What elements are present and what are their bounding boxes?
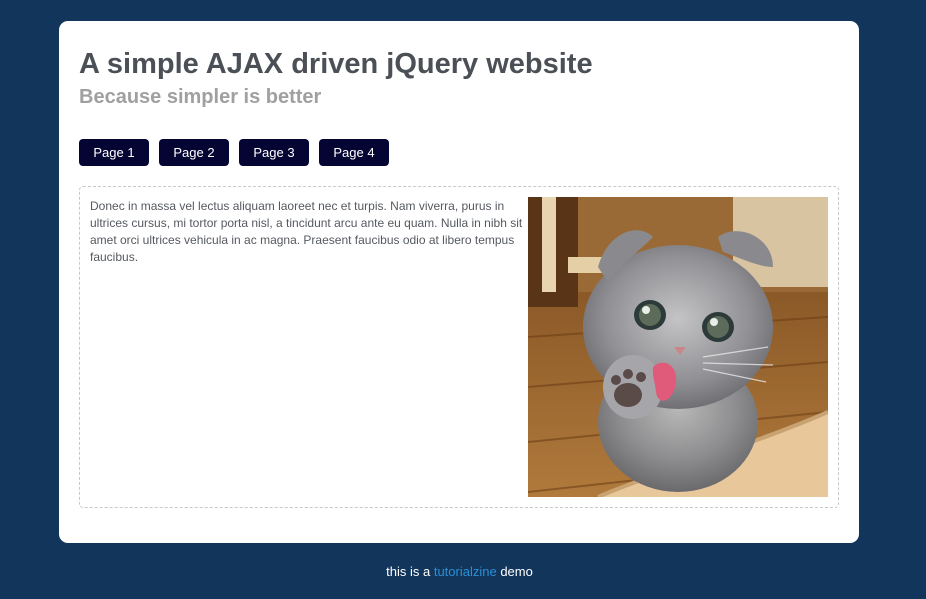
content-paragraph: Donec in massa vel lectus aliquam laoree… (90, 199, 523, 264)
page-4-button[interactable]: Page 4 (319, 139, 389, 166)
footer-suffix: demo (496, 564, 533, 579)
main-card: A simple AJAX driven jQuery website Beca… (59, 21, 859, 543)
tutorialzine-link[interactable]: tutorialzine (434, 564, 497, 579)
page-subtitle: Because simpler is better (79, 86, 322, 108)
footer-prefix: this is a (386, 564, 434, 579)
footer: this is a tutorialzine demo (0, 563, 919, 580)
page-3-button[interactable]: Page 3 (239, 139, 309, 166)
page-content: Donec in massa vel lectus aliquam laoree… (79, 186, 839, 508)
page-2-button[interactable]: Page 2 (159, 139, 229, 166)
page-title: A simple AJAX driven jQuery website (79, 48, 593, 80)
page-1-button[interactable]: Page 1 (79, 139, 149, 166)
kitten-photo (528, 197, 828, 497)
